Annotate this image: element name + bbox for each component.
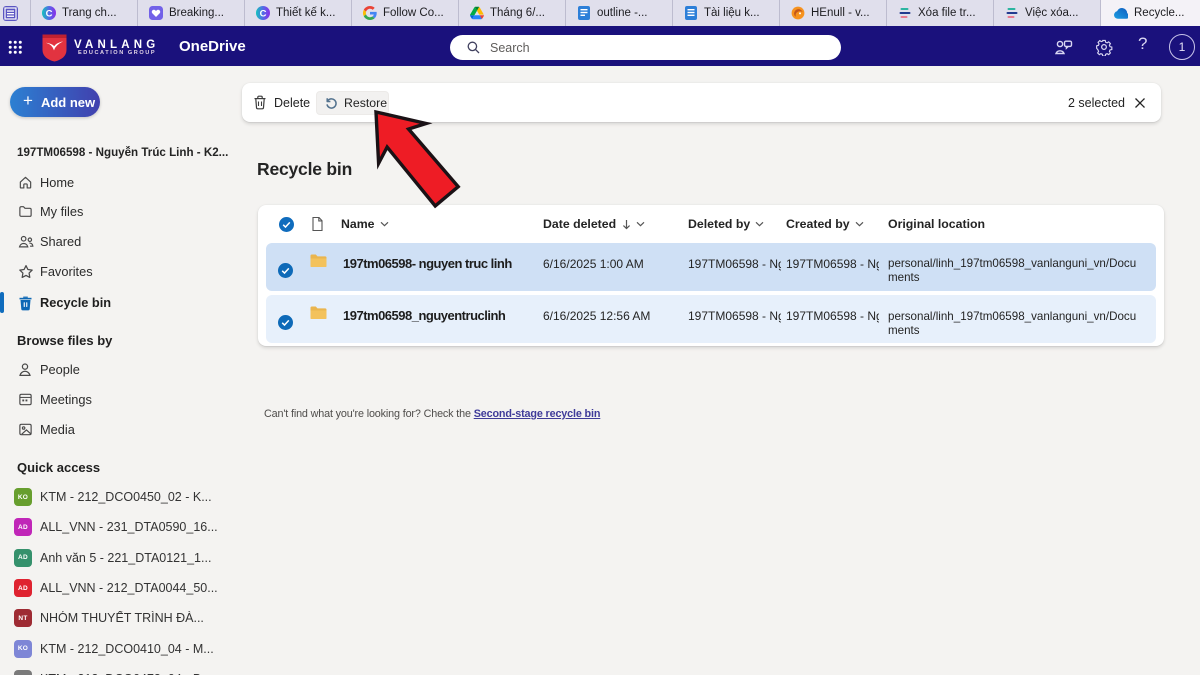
svg-text:C: C — [46, 8, 53, 19]
svg-text:C: C — [260, 8, 267, 19]
